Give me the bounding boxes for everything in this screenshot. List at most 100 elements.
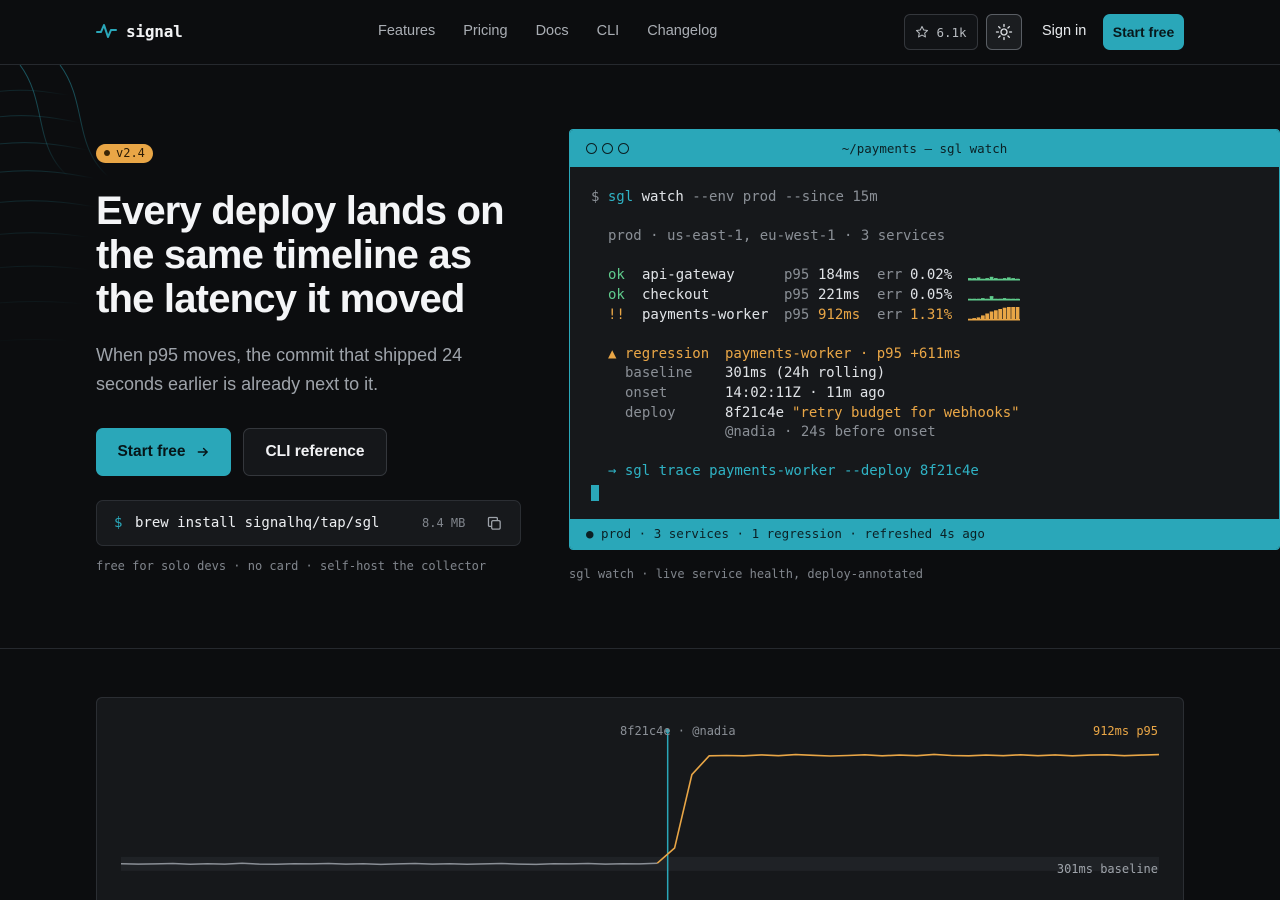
start-free-button[interactable]: Start free	[96, 428, 231, 476]
terminal-cursor	[591, 485, 599, 501]
terminal-window: ~/payments — sgl watch $ sgl watch --env…	[569, 129, 1280, 550]
sparkline-bar	[968, 298, 972, 300]
star-count: 6.1k	[936, 24, 967, 40]
sparkline-bar	[998, 298, 1002, 300]
service-status: !!	[608, 307, 625, 323]
regression-onset: onset 14:02:11Z · 11m ago	[625, 383, 885, 403]
err-label: err	[877, 287, 903, 303]
service-row: ok checkout p95 221ms err 0.05%	[608, 285, 952, 305]
theme-toggle-button[interactable]	[986, 14, 1022, 50]
badge-dot-icon	[104, 150, 110, 156]
sparkline-bar	[976, 317, 981, 320]
onset-label: onset	[625, 385, 668, 401]
sparkline-bar	[976, 277, 981, 280]
sparkline-bar	[985, 313, 989, 320]
sparkline-bar	[994, 278, 998, 280]
suggested-command[interactable]: → sgl trace payments-worker --deploy 8f2…	[608, 461, 979, 481]
nav-link-docs[interactable]: Docs	[536, 23, 569, 39]
logo[interactable]: signal	[96, 21, 183, 41]
regression-deploy: deploy 8f21c4e "retry budget for webhooks"	[625, 403, 1020, 423]
sparkline-bar	[1011, 278, 1015, 280]
environment-context: prod · us-east-1, eu-west-1 · 3 services	[608, 228, 946, 244]
sparkline-bar	[998, 309, 1002, 320]
version-badge: v2.4	[96, 143, 153, 163]
terminal-caption: sgl watch · live service health, deploy-…	[569, 567, 924, 581]
baseline-value: 301ms (24h rolling)	[725, 365, 886, 381]
sparkline-bar	[1011, 307, 1015, 320]
sparkline-bar	[1007, 298, 1011, 300]
deploy-marker-label: 8f21c4e · @nadia	[620, 724, 736, 738]
sparkline-bar	[976, 298, 981, 300]
sparkline-bar	[1007, 307, 1011, 320]
sparkline-bar	[1002, 278, 1007, 280]
sparkline-bar	[1015, 298, 1020, 300]
p95-label: p95	[784, 287, 810, 303]
hero: v2.4 Every deploy lands on the same time…	[96, 143, 526, 573]
status-text: ● prod · 3 services · 1 regression · ref…	[586, 526, 985, 541]
terminal-command-line: $ sgl watch --env prod --since 15m	[591, 187, 878, 207]
terminal-status-bar: ● prod · 3 services · 1 regression · ref…	[570, 519, 1279, 549]
service-p95: 184ms	[818, 267, 861, 283]
sparkline-bar	[972, 318, 976, 320]
sparkline	[968, 307, 1020, 321]
regression-target: payments-worker · p95 +611ms	[725, 346, 962, 362]
sparkline-bar	[998, 278, 1002, 280]
deploy-meta: @nadia · 24s before onset	[725, 424, 936, 440]
service-status: ok	[608, 267, 625, 283]
err-label: err	[877, 307, 903, 323]
p95-label: p95	[784, 267, 810, 283]
sparkline	[968, 296, 1020, 301]
sparkline-bar	[981, 298, 985, 300]
sun-icon	[995, 23, 1013, 41]
section-divider	[0, 648, 1280, 649]
service-name: payments-worker	[642, 307, 769, 323]
service-row: !! payments-worker p95 912ms err 1.31%	[608, 305, 952, 325]
sparkline-bar	[1002, 298, 1007, 300]
sparkline-bar	[972, 278, 976, 280]
nav-link-pricing[interactable]: Pricing	[463, 23, 507, 39]
github-stars-button[interactable]: 6.1k	[904, 14, 978, 50]
copy-icon[interactable]	[486, 515, 503, 532]
err-label: err	[877, 267, 903, 283]
terminal-titlebar: ~/payments — sgl watch	[570, 130, 1279, 167]
deploy-message: "retry budget for webhooks"	[792, 405, 1020, 421]
deploy-sha: 8f21c4e	[725, 405, 785, 421]
sparkline-bar	[989, 311, 994, 320]
install-prompt: $	[114, 515, 123, 531]
sparkline-bar	[1007, 277, 1011, 280]
regression-header: ▲ regression payments-worker · p95 +611ms	[608, 344, 961, 364]
service-status: ok	[608, 287, 625, 303]
sparkline-bar	[985, 278, 989, 280]
service-p95: 221ms	[818, 287, 861, 303]
sparkline-bar	[981, 278, 985, 280]
terminal-title: ~/payments — sgl watch	[841, 141, 1008, 156]
shell-prompt: $	[591, 189, 600, 205]
command-binary: sgl	[607, 189, 634, 205]
start-free-label: Start free	[117, 443, 186, 460]
service-err: 1.31%	[910, 307, 953, 323]
nav-link-cli[interactable]: CLI	[597, 23, 620, 39]
regression-baseline: baseline 301ms (24h rolling)	[625, 363, 885, 383]
series-end-label: 912ms p95	[1092, 724, 1158, 738]
command-args: --env prod --since 15m	[692, 189, 878, 205]
service-p95: 912ms	[818, 307, 861, 323]
top-navigation: signal Features Pricing Docs CLI Changel…	[0, 0, 1280, 65]
install-command[interactable]: brew install signalhq/tap/sgl	[135, 515, 379, 531]
start-free-nav-button[interactable]: Start free	[1103, 14, 1184, 50]
sparkline-bar	[972, 298, 976, 300]
hero-headline: Every deploy lands on the same timeline …	[96, 188, 505, 321]
sparkline-bar	[981, 315, 985, 320]
cli-reference-button[interactable]: CLI reference	[243, 428, 387, 476]
nav-link-features[interactable]: Features	[378, 23, 435, 39]
sparkline	[968, 276, 1020, 281]
install-command-box: $ brew install signalhq/tap/sgl 8.4 MB	[96, 500, 521, 546]
sparkline-bar	[989, 296, 994, 300]
sparkline-bar	[1015, 278, 1020, 280]
sign-in-link[interactable]: Sign in	[1042, 23, 1086, 39]
service-row: ok api-gateway p95 184ms err 0.02%	[608, 265, 952, 285]
arrow-right-icon	[197, 447, 208, 457]
nav-link-changelog[interactable]: Changelog	[647, 23, 717, 39]
onset-value: 14:02:11Z · 11m ago	[725, 385, 886, 401]
sparkline-bar	[994, 310, 998, 321]
service-name: api-gateway	[642, 267, 735, 283]
